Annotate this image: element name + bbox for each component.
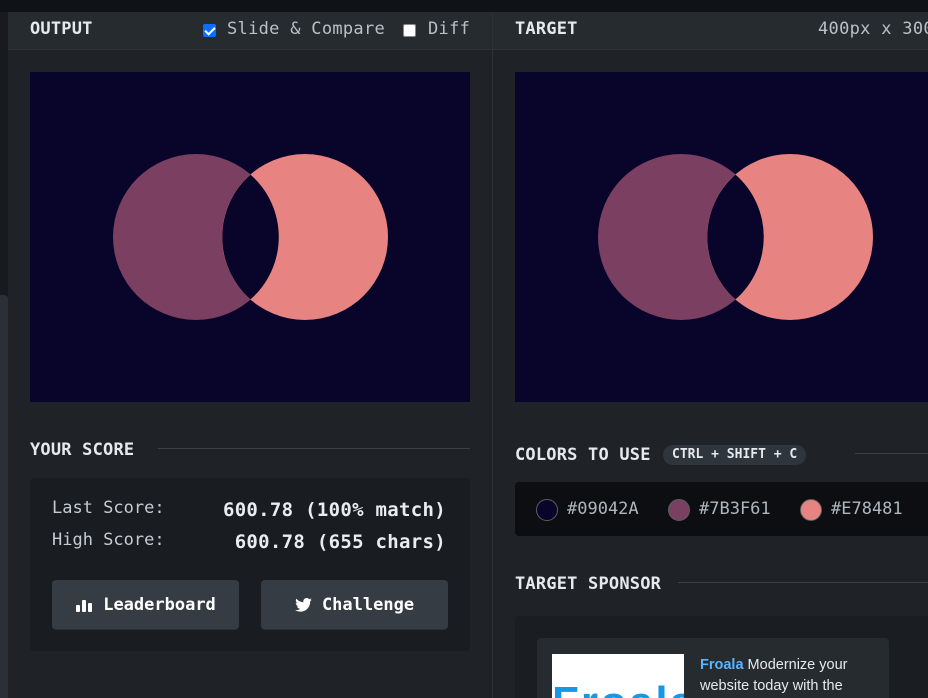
- color-label-2[interactable]: #7B3F61: [699, 499, 771, 519]
- target-size: 400px x 300px: [818, 19, 928, 39]
- sponsor-text[interactable]: Froala Modernize your website today with…: [700, 655, 870, 697]
- diff-checkbox[interactable]: [403, 24, 416, 37]
- leaderboard-label: Leaderboard: [103, 594, 216, 615]
- twitter-icon: [295, 597, 312, 612]
- top-strip: [0, 0, 928, 12]
- color-swatch-2[interactable]: [668, 499, 690, 521]
- last-score-label: Last Score:: [52, 498, 165, 518]
- last-score-value: 600.78 (100% match): [222, 499, 446, 521]
- output-drawing: [113, 154, 388, 320]
- output-canvas[interactable]: [30, 72, 470, 402]
- target-drawing: [598, 154, 873, 320]
- copy-colors-shortcut: CTRL + SHIFT + C: [663, 445, 807, 465]
- slide-compare-label[interactable]: Slide & Compare: [227, 19, 385, 39]
- target-canvas[interactable]: [515, 72, 928, 402]
- left-scrollbar-thumb[interactable]: [0, 295, 8, 698]
- challenge-button[interactable]: Challenge: [261, 580, 448, 629]
- bar-chart-icon: [76, 599, 93, 612]
- slide-compare-checkbox[interactable]: [203, 24, 216, 37]
- color-swatch-1[interactable]: [536, 499, 558, 521]
- sponsor-brand[interactable]: Froala: [700, 657, 744, 673]
- output-title: OUTPUT: [30, 19, 93, 39]
- target-title: TARGET: [515, 19, 578, 39]
- color-label-1[interactable]: #09042A: [567, 499, 639, 519]
- colors-section-title: COLORS TO USE: [515, 445, 651, 465]
- colors-section-rule: [855, 453, 928, 454]
- sponsor-logo-text: Froala: [552, 678, 684, 698]
- score-section-rule: [158, 448, 470, 449]
- diff-label[interactable]: Diff: [428, 19, 470, 39]
- high-score-label: High Score:: [52, 530, 165, 550]
- color-swatch-3[interactable]: [800, 499, 822, 521]
- high-score-value: 600.78 (655 chars): [234, 531, 446, 553]
- pane-divider[interactable]: [492, 12, 493, 698]
- sponsor-logo-image[interactable]: Froala: [552, 654, 684, 698]
- sponsor-section-rule: [678, 582, 928, 583]
- leaderboard-button[interactable]: Leaderboard: [52, 580, 239, 629]
- sponsor-section-title: TARGET SPONSOR: [515, 574, 662, 594]
- color-label-3[interactable]: #E78481: [831, 499, 903, 519]
- challenge-label: Challenge: [321, 594, 415, 615]
- score-section-title: YOUR SCORE: [30, 440, 135, 460]
